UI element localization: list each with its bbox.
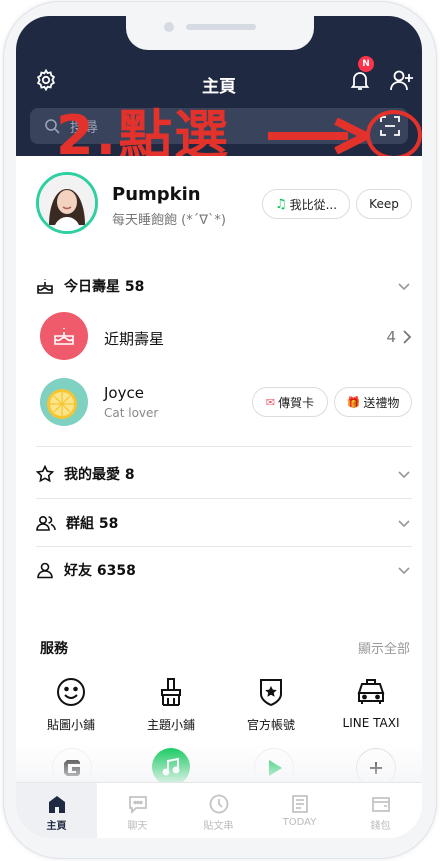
send-card-button[interactable]: ✉ 傳賀卡 bbox=[252, 387, 328, 417]
envelope-icon: ✉ bbox=[265, 395, 276, 409]
phone-frame: 主頁 N 搜尋 2.點選 Pumpkin 每天睡飽飽 (*´∇`*) ♫ 我比從… bbox=[4, 2, 436, 858]
tab-timeline[interactable]: 貼文串 bbox=[178, 783, 259, 838]
recent-birthday-label[interactable]: 近期壽星 bbox=[104, 328, 164, 349]
home-content: Pumpkin 每天睡飽飽 (*´∇`*) ♫ 我比從... Keep 今日壽星… bbox=[16, 156, 422, 788]
friend-status: Cat lover bbox=[104, 406, 159, 420]
news-icon bbox=[259, 793, 340, 815]
recent-birthday-count: 4 bbox=[386, 328, 396, 346]
tab-home[interactable]: 主頁 bbox=[16, 783, 97, 838]
services-title: 服務 bbox=[40, 641, 68, 657]
friends-row[interactable]: 好友 6358 bbox=[36, 552, 412, 588]
profile-music-button[interactable]: ♫ 我比從... bbox=[262, 189, 350, 219]
bottom-tab-bar: 主頁 聊天 貼文串 TODAY 錢包 bbox=[16, 782, 422, 838]
home-icon bbox=[16, 793, 97, 815]
profile-name: Pumpkin bbox=[112, 184, 201, 205]
today-birthday-label: 今日壽星 58 bbox=[64, 279, 145, 295]
paintbrush-icon bbox=[153, 674, 189, 710]
shield-star-icon bbox=[253, 674, 289, 710]
favorites-label: 我的最愛 8 bbox=[64, 467, 135, 483]
friends-label: 好友 6358 bbox=[64, 563, 136, 579]
phone-notch bbox=[126, 16, 314, 50]
chevron-down-icon bbox=[398, 283, 410, 291]
divider bbox=[36, 446, 412, 447]
annotation-circle bbox=[366, 110, 422, 160]
groups-row[interactable]: 群組 58 bbox=[36, 505, 412, 541]
gift-icon: 🎁 bbox=[346, 395, 361, 409]
service-music-icon[interactable] bbox=[152, 748, 190, 786]
service-sticker-shop[interactable]: 貼圖小鋪 bbox=[26, 674, 116, 733]
chat-bubble-icon bbox=[97, 793, 178, 815]
recent-birthday-avatar bbox=[40, 312, 88, 360]
wallet-icon bbox=[340, 793, 421, 815]
service-line-taxi[interactable]: LINE TAXI bbox=[326, 674, 416, 730]
notification-badge: N bbox=[358, 56, 374, 72]
profile-avatar[interactable] bbox=[36, 172, 98, 234]
tab-chats[interactable]: 聊天 bbox=[97, 783, 178, 838]
screen: 主頁 N 搜尋 2.點選 Pumpkin 每天睡飽飽 (*´∇`*) ♫ 我比從… bbox=[16, 16, 422, 838]
divider bbox=[36, 546, 412, 547]
smiley-icon bbox=[53, 674, 89, 710]
chevron-down-icon bbox=[398, 567, 410, 575]
taxi-icon bbox=[353, 674, 389, 710]
tab-wallet[interactable]: 錢包 bbox=[340, 783, 421, 838]
star-icon bbox=[36, 465, 54, 483]
add-friend-icon[interactable] bbox=[388, 66, 416, 94]
clock-icon bbox=[178, 793, 259, 815]
chevron-right-icon[interactable] bbox=[402, 330, 412, 344]
group-icon bbox=[36, 515, 56, 531]
cake-icon bbox=[37, 279, 53, 294]
music-note-icon: ♫ bbox=[274, 196, 287, 212]
friend-name: Joyce bbox=[104, 384, 144, 402]
divider bbox=[36, 498, 412, 499]
camera-dot bbox=[164, 22, 174, 32]
tab-today[interactable]: TODAY bbox=[259, 783, 340, 838]
groups-label: 群組 58 bbox=[66, 516, 119, 532]
keep-button[interactable]: Keep bbox=[356, 189, 412, 219]
service-official-accounts[interactable]: 官方帳號 bbox=[226, 674, 316, 733]
favorites-row[interactable]: 我的最愛 8 bbox=[36, 456, 412, 492]
annotation-arrow-icon bbox=[268, 118, 370, 154]
person-icon bbox=[37, 562, 53, 579]
service-theme-shop[interactable]: 主題小鋪 bbox=[126, 674, 216, 733]
send-gift-button[interactable]: 🎁 送禮物 bbox=[334, 387, 412, 417]
speaker-slot bbox=[186, 24, 256, 30]
cake-icon bbox=[54, 328, 74, 345]
profile-status: 每天睡飽飽 (*´∇`*) bbox=[112, 213, 226, 228]
chevron-down-icon bbox=[398, 471, 410, 479]
today-birthday-row[interactable]: 今日壽星 58 bbox=[36, 268, 412, 304]
friend-avatar[interactable] bbox=[40, 378, 88, 426]
chevron-down-icon bbox=[398, 520, 410, 528]
services-show-all-link[interactable]: 顯示全部 bbox=[358, 638, 410, 657]
